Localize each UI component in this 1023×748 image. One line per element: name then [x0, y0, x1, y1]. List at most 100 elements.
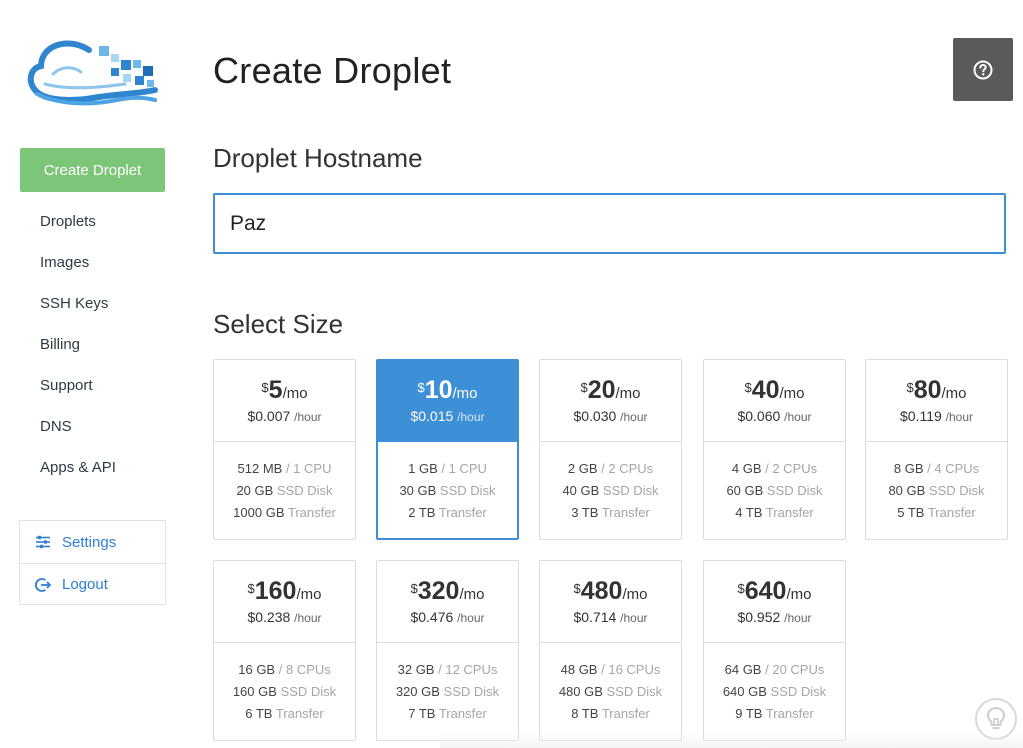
- transfer-label: Transfer: [765, 505, 814, 520]
- size-price: $10/mo $0.015 /hour: [378, 361, 517, 442]
- transfer-value: 4 TB: [735, 505, 763, 520]
- disk-value: 30 GB: [399, 483, 437, 498]
- size-specs: 8 GB / 4 CPUs 80 GB SSD Disk 5 TB Transf…: [866, 442, 1007, 524]
- memory-value: 1 GB: [408, 461, 438, 476]
- sidebar-item-droplets[interactable]: Droplets: [40, 209, 116, 250]
- size-card-40[interactable]: $40/mo $0.060 /hour 4 GB / 2 CPUs 60 GB …: [703, 359, 846, 540]
- transfer-value: 7 TB: [408, 706, 436, 721]
- size-card-80[interactable]: $80/mo $0.119 /hour 8 GB / 4 CPUs 80 GB …: [865, 359, 1008, 540]
- logout-label: Logout: [62, 576, 108, 593]
- size-price: $640/mo $0.952 /hour: [704, 561, 845, 643]
- sidebar-item-dns[interactable]: DNS: [40, 414, 116, 455]
- per-month: /mo: [282, 385, 308, 402]
- transfer-value: 8 TB: [571, 706, 599, 721]
- currency-symbol: $: [573, 581, 581, 596]
- currency-symbol: $: [410, 581, 418, 596]
- monthly-price: 480: [580, 577, 623, 605]
- size-specs: 16 GB / 8 CPUs 160 GB SSD Disk 6 TB Tran…: [214, 643, 355, 725]
- size-price: $80/mo $0.119 /hour: [866, 360, 1007, 442]
- size-price: $20/mo $0.030 /hour: [540, 360, 681, 442]
- hourly-price: $0.714: [573, 609, 617, 625]
- monthly-price: 40: [751, 376, 780, 404]
- help-button[interactable]: [953, 38, 1013, 101]
- currency-symbol: $: [261, 380, 269, 395]
- settings-label: Settings: [62, 533, 117, 551]
- cpu-value: / 20 CPUs: [765, 662, 825, 677]
- account-menu: Settings Logout: [19, 520, 166, 605]
- disk-label: SSD Disk: [276, 483, 333, 498]
- sidebar-item-images[interactable]: Images: [40, 250, 116, 291]
- sliders-icon: [36, 535, 50, 549]
- monthly-price: 640: [744, 577, 787, 605]
- per-hour: /hour: [294, 611, 322, 625]
- cpu-value: / 1 CPU: [285, 461, 332, 476]
- memory-value: 32 GB: [397, 662, 435, 677]
- per-month: /mo: [779, 385, 805, 402]
- size-price: $5/mo $0.007 /hour: [214, 360, 355, 442]
- cpu-value: / 2 CPUs: [601, 461, 654, 476]
- disk-value: 320 GB: [395, 684, 440, 699]
- size-card-160[interactable]: $160/mo $0.238 /hour 16 GB / 8 CPUs 160 …: [213, 560, 356, 741]
- per-month: /mo: [622, 586, 648, 603]
- monthly-price: 160: [254, 577, 297, 605]
- sidebar-item-apps-api[interactable]: Apps & API: [40, 455, 116, 496]
- per-hour: /hour: [784, 611, 812, 625]
- disk-value: 80 GB: [888, 483, 926, 498]
- currency-symbol: $: [580, 380, 588, 395]
- transfer-label: Transfer: [601, 706, 650, 721]
- memory-value: 16 GB: [238, 662, 276, 677]
- page: Create Droplet Droplets Images SSH Keys …: [0, 0, 1023, 748]
- monthly-price: 80: [913, 376, 942, 404]
- cpu-value: / 16 CPUs: [601, 662, 661, 677]
- hourly-price: $0.007: [247, 408, 291, 424]
- sidebar-item-billing[interactable]: Billing: [40, 332, 116, 373]
- size-card-320[interactable]: $320/mo $0.476 /hour 32 GB / 12 CPUs 320…: [376, 560, 519, 741]
- transfer-value: 5 TB: [897, 505, 925, 520]
- sidebar-item-ssh-keys[interactable]: SSH Keys: [40, 291, 116, 332]
- disk-value: 60 GB: [726, 483, 764, 498]
- sidebar-nav: Droplets Images SSH Keys Billing Support…: [40, 209, 116, 496]
- per-hour: /hour: [945, 410, 974, 424]
- per-month: /mo: [452, 385, 478, 402]
- size-price: $160/mo $0.238 /hour: [214, 561, 355, 643]
- size-card-20[interactable]: $20/mo $0.030 /hour 2 GB / 2 CPUs 40 GB …: [539, 359, 682, 540]
- size-card-480[interactable]: $480/mo $0.714 /hour 48 GB / 16 CPUs 480…: [539, 560, 682, 741]
- per-hour: /hour: [294, 410, 322, 424]
- currency-symbol: $: [247, 581, 255, 596]
- hostname-input[interactable]: [213, 193, 1006, 254]
- currency-symbol: $: [906, 380, 914, 395]
- size-specs: 1 GB / 1 CPU 30 GB SSD Disk 2 TB Transfe…: [378, 442, 517, 524]
- hourly-price: $0.060: [737, 408, 781, 424]
- help-circle-icon: [973, 60, 993, 79]
- disk-value: 20 GB: [236, 483, 274, 498]
- monthly-price: 5: [268, 376, 283, 404]
- size-specs: 32 GB / 12 CPUs 320 GB SSD Disk 7 TB Tra…: [377, 643, 518, 725]
- transfer-value: 3 TB: [571, 505, 599, 520]
- select-size-heading: Select Size: [213, 309, 344, 339]
- transfer-label: Transfer: [927, 505, 976, 520]
- logout-link[interactable]: Logout: [20, 563, 165, 605]
- transfer-value: 2 TB: [408, 505, 436, 520]
- size-specs: 2 GB / 2 CPUs 40 GB SSD Disk 3 TB Transf…: [540, 442, 681, 524]
- disk-label: SSD Disk: [602, 483, 659, 498]
- sidebar-item-support[interactable]: Support: [40, 373, 116, 414]
- per-hour: /hour: [784, 410, 812, 424]
- memory-value: 4 GB: [731, 461, 762, 476]
- size-card-640[interactable]: $640/mo $0.952 /hour 64 GB / 20 CPUs 640…: [703, 560, 846, 741]
- size-specs: 512 MB / 1 CPU 20 GB SSD Disk 1000 GB Tr…: [214, 442, 355, 524]
- memory-value: 64 GB: [724, 662, 762, 677]
- transfer-value: 9 TB: [735, 706, 763, 721]
- settings-link[interactable]: Settings: [20, 521, 165, 563]
- memory-value: 2 GB: [567, 461, 598, 476]
- per-hour: /hour: [457, 611, 485, 625]
- per-month: /mo: [941, 385, 967, 402]
- monthly-price: 20: [587, 376, 616, 404]
- transfer-label: Transfer: [601, 505, 650, 520]
- size-card-5[interactable]: $5/mo $0.007 /hour 512 MB / 1 CPU 20 GB …: [213, 359, 356, 540]
- create-droplet-button[interactable]: Create Droplet: [20, 148, 165, 192]
- hourly-price: $0.015: [410, 408, 454, 424]
- size-card-10[interactable]: $10/mo $0.015 /hour 1 GB / 1 CPU 30 GB S…: [376, 359, 519, 540]
- cloud-logo-icon[interactable]: [27, 36, 159, 108]
- per-month: /mo: [459, 586, 485, 603]
- cpu-value: / 2 CPUs: [765, 461, 818, 476]
